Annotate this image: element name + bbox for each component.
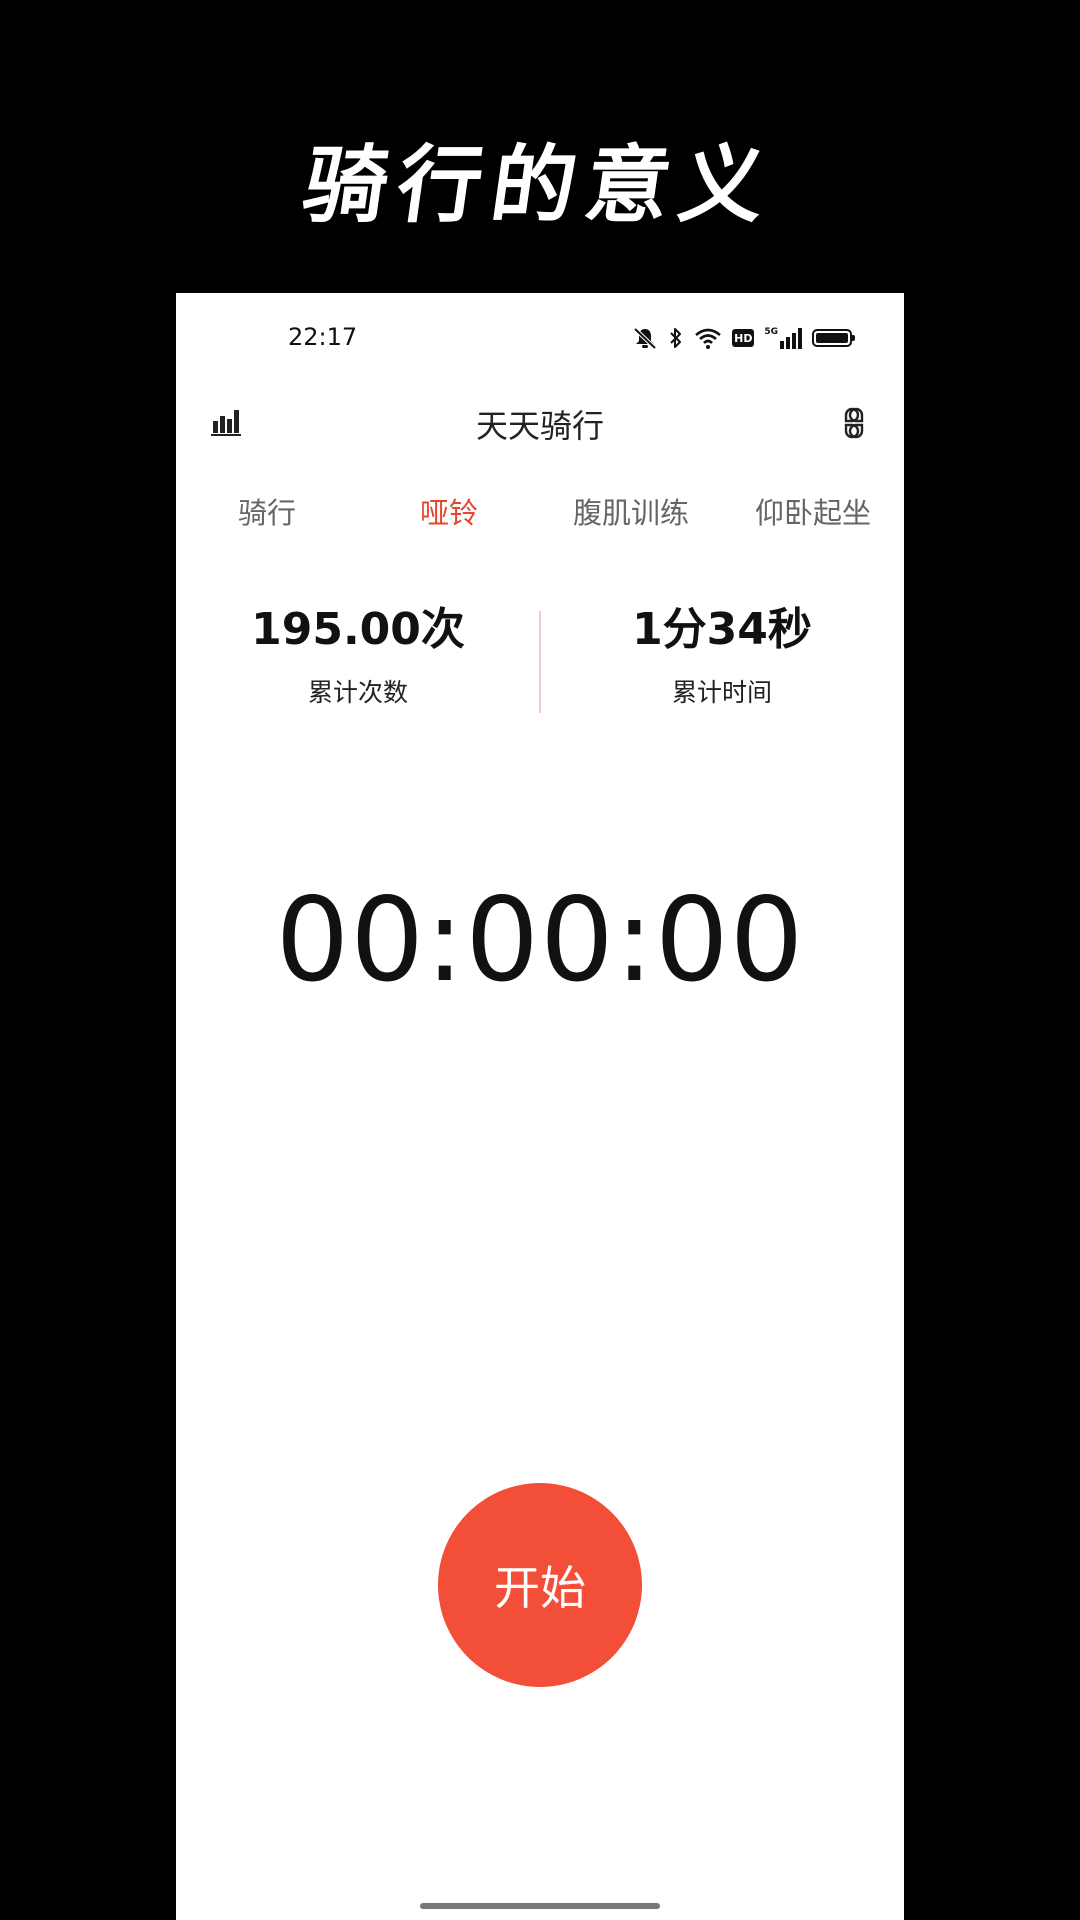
category-tabs: 骑行 哑铃 腹肌训练 仰卧起坐: [176, 483, 904, 543]
home-indicator[interactable]: [420, 1903, 660, 1909]
stats-divider: [539, 611, 541, 713]
start-button[interactable]: 开始: [438, 1483, 642, 1687]
status-icons: HD 5G: [632, 323, 855, 353]
total-time-value: 1分34秒: [632, 604, 812, 655]
battery-icon: [812, 329, 855, 347]
total-time-stat: 1分34秒 累计时间: [540, 603, 904, 713]
promo-title: 骑行的意义: [297, 135, 782, 234]
tab-ab-training[interactable]: 腹肌训练: [540, 483, 722, 543]
total-time-label: 累计时间: [671, 678, 772, 707]
network-type-label: 5G: [764, 327, 778, 337]
hd-icon: HD: [732, 329, 755, 347]
timer-display: 00:00:00: [275, 873, 805, 1008]
tab-sit-ups[interactable]: 仰卧起坐: [722, 483, 904, 543]
phone-screen: 22:17 HD 5G 天天骑行 骑行 哑铃 腹肌训练 仰卧起坐 195.00次…: [176, 293, 904, 1920]
status-bar: 22:17 HD 5G: [176, 293, 904, 383]
5g-signal-icon: 5G: [764, 327, 802, 349]
grid-menu-icon[interactable]: [834, 403, 874, 443]
total-count-stat: 195.00次 累计次数: [176, 603, 540, 713]
app-bar: 天天骑行: [176, 383, 904, 463]
mute-icon: [632, 326, 658, 350]
app-title: 天天骑行: [475, 407, 604, 445]
tab-dumbbell[interactable]: 哑铃: [358, 483, 540, 543]
bluetooth-icon: [668, 326, 684, 350]
stats-summary: 195.00次 累计次数 1分34秒 累计时间: [176, 603, 904, 713]
tab-cycling[interactable]: 骑行: [176, 483, 358, 543]
status-time: 22:17: [288, 323, 358, 351]
total-count-label: 累计次数: [307, 678, 408, 707]
total-count-value: 195.00次: [251, 604, 465, 655]
wifi-icon: [694, 326, 722, 350]
